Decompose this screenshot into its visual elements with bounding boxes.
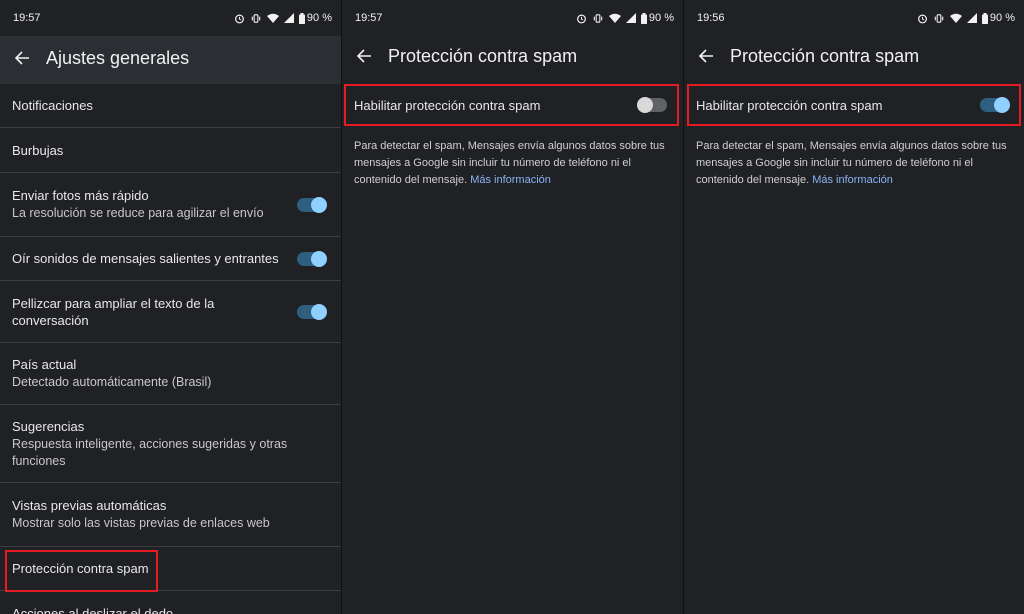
battery-icon bbox=[640, 12, 647, 24]
enable-spam-protection-row[interactable]: Habilitar protección contra spam bbox=[342, 86, 683, 124]
screen-spam-off: 19:57 90 % Protección contra spam Habili… bbox=[341, 0, 683, 614]
setting-suggestions[interactable]: Sugerencias Respuesta inteligente, accio… bbox=[0, 405, 341, 483]
setting-label: Burbujas bbox=[12, 142, 64, 158]
send-photos-toggle[interactable] bbox=[297, 196, 327, 213]
battery-indicator: 90 % bbox=[640, 12, 674, 24]
signal-icon bbox=[966, 13, 977, 23]
alarm-icon bbox=[234, 14, 244, 23]
status-time: 19:56 bbox=[697, 12, 725, 24]
more-info-link[interactable]: Más información bbox=[470, 174, 551, 186]
back-arrow-icon[interactable] bbox=[354, 46, 374, 66]
setting-send-photos-faster[interactable]: Enviar fotos más rápido La resolución se… bbox=[0, 173, 341, 237]
wifi-icon bbox=[608, 13, 621, 23]
signal-icon bbox=[625, 13, 636, 23]
setting-label: Sugerencias bbox=[12, 418, 85, 434]
setting-message-sounds[interactable]: Oír sonidos de mensajes salientes y entr… bbox=[0, 237, 341, 281]
wifi-icon bbox=[949, 13, 962, 23]
setting-description: La resolución se reduce para agilizar el… bbox=[12, 206, 264, 220]
status-bar: 19:57 90 % bbox=[0, 0, 341, 36]
alarm-icon bbox=[917, 14, 927, 23]
vibrate-icon bbox=[251, 13, 261, 23]
setting-label: Notificaciones bbox=[12, 98, 93, 113]
alarm-icon bbox=[576, 14, 586, 23]
back-arrow-icon[interactable] bbox=[12, 48, 32, 68]
spam-description: Para detectar el spam, Mensajes envía al… bbox=[342, 138, 683, 189]
setting-label: Enviar fotos más rápido bbox=[12, 188, 149, 203]
setting-description: Respuesta inteligente, acciones sugerida… bbox=[12, 436, 288, 468]
battery-percentage: 90 % bbox=[989, 12, 1015, 24]
setting-auto-previews[interactable]: Vistas previas automáticas Mostrar solo … bbox=[0, 483, 341, 547]
enable-spam-protection-row[interactable]: Habilitar protección contra spam bbox=[684, 86, 1024, 124]
vibrate-icon bbox=[593, 13, 603, 23]
page-title: Protección contra spam bbox=[730, 45, 920, 66]
setting-label: País actual bbox=[12, 357, 77, 372]
setting-description: Detectado automáticamente (Brasil) bbox=[12, 375, 212, 389]
status-time: 19:57 bbox=[13, 12, 41, 24]
screen-general-settings: 19:57 90 % Ajustes generales Notificacio… bbox=[0, 0, 341, 614]
signal-icon bbox=[283, 13, 294, 23]
screen-spam-on: 19:56 90 % Protección contra spam Habili… bbox=[683, 0, 1024, 614]
battery-icon bbox=[981, 12, 988, 24]
settings-list: Notificaciones Burbujas Enviar fotos más… bbox=[0, 84, 341, 614]
spam-toggle-label: Habilitar protección contra spam bbox=[696, 97, 883, 113]
status-bar: 19:57 90 % bbox=[342, 0, 683, 36]
setting-label: Oír sonidos de mensajes salientes y entr… bbox=[12, 251, 279, 266]
app-bar: Ajustes generales bbox=[0, 36, 341, 80]
page-title: Ajustes generales bbox=[46, 47, 190, 68]
vibrate-icon bbox=[934, 13, 944, 23]
setting-notifications[interactable]: Notificaciones bbox=[0, 84, 341, 128]
more-info-link[interactable]: Más información bbox=[812, 174, 893, 186]
setting-bubbles[interactable]: Burbujas bbox=[0, 128, 341, 173]
status-icons: 90 % bbox=[576, 12, 674, 24]
app-bar: Protección contra spam bbox=[684, 36, 1024, 76]
battery-indicator: 90 % bbox=[981, 12, 1015, 24]
wifi-icon bbox=[266, 13, 279, 23]
setting-description: Mostrar solo las vistas previas de enlac… bbox=[12, 516, 270, 530]
message-sounds-toggle[interactable] bbox=[297, 250, 327, 267]
setting-label: Acciones al deslizar el dedo bbox=[12, 606, 174, 614]
battery-percentage: 90 % bbox=[648, 12, 674, 24]
spam-toggle-label: Habilitar protección contra spam bbox=[354, 97, 541, 113]
status-bar: 19:56 90 % bbox=[684, 0, 1024, 36]
status-icons: 90 % bbox=[234, 12, 332, 24]
battery-percentage: 90 % bbox=[306, 12, 332, 24]
pinch-zoom-toggle[interactable] bbox=[297, 303, 327, 320]
spam-protection-toggle[interactable] bbox=[980, 97, 1010, 113]
setting-spam-protection[interactable]: Protección contra spam bbox=[0, 547, 341, 591]
setting-label: Pellizcar para ampliar el texto de la co… bbox=[12, 295, 215, 328]
screens-container: 19:57 90 % Ajustes generales Notificacio… bbox=[0, 0, 1024, 614]
page-title: Protección contra spam bbox=[388, 45, 578, 66]
setting-swipe-actions[interactable]: Acciones al deslizar el dedo bbox=[0, 591, 341, 614]
setting-pinch-zoom[interactable]: Pellizcar para ampliar el texto de la co… bbox=[0, 281, 341, 343]
spam-protection-toggle[interactable] bbox=[637, 97, 667, 113]
battery-indicator: 90 % bbox=[298, 12, 332, 24]
setting-current-country[interactable]: País actual Detectado automáticamente (B… bbox=[0, 343, 341, 405]
setting-label: Protección contra spam bbox=[12, 561, 149, 576]
app-bar: Protección contra spam bbox=[342, 36, 683, 76]
battery-icon bbox=[298, 12, 305, 24]
spam-description: Para detectar el spam, Mensajes envía al… bbox=[684, 138, 1024, 189]
back-arrow-icon[interactable] bbox=[696, 46, 716, 66]
status-icons: 90 % bbox=[917, 12, 1015, 24]
status-time: 19:57 bbox=[355, 12, 383, 24]
setting-label: Vistas previas automáticas bbox=[12, 498, 167, 513]
